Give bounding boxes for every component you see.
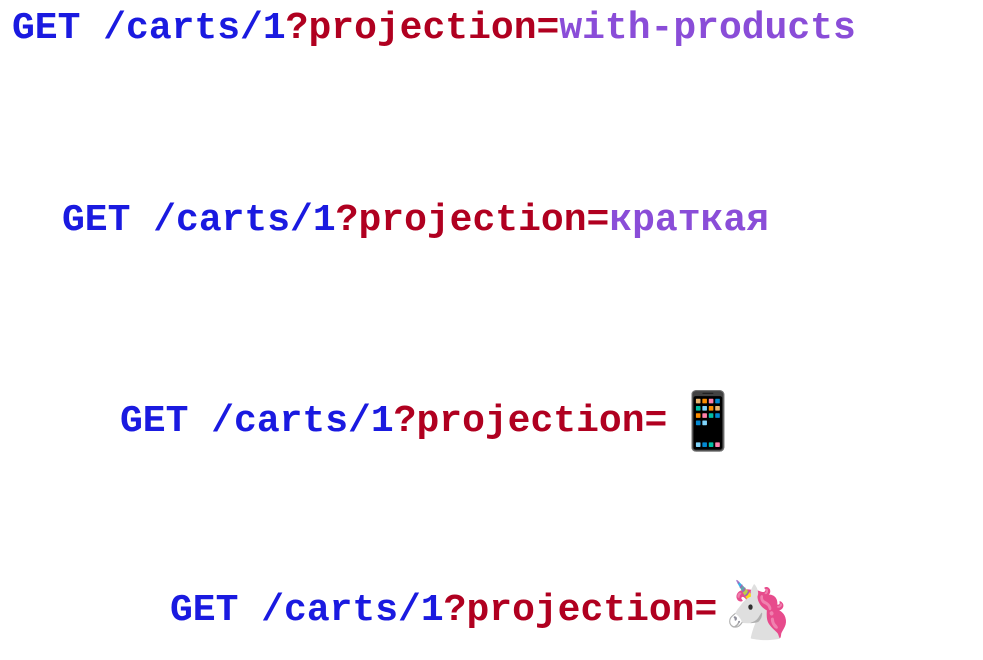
request-line-1: GET /carts/1?projection=with-products xyxy=(12,6,856,52)
request-line-4: GET /carts/1?projection=🦄 xyxy=(170,582,793,638)
http-method: GET xyxy=(12,7,103,50)
http-method: GET xyxy=(170,589,261,632)
url-path: /carts/1 xyxy=(103,7,285,50)
http-method: GET xyxy=(120,400,211,443)
query-string: ?projection= xyxy=(336,199,610,242)
url-path: /carts/1 xyxy=(261,589,443,632)
query-value: with-products xyxy=(559,7,855,50)
query-string: ?projection= xyxy=(394,400,668,443)
query-value: краткая xyxy=(609,199,769,242)
url-path: /carts/1 xyxy=(211,400,393,443)
url-path: /carts/1 xyxy=(153,199,335,242)
request-line-2: GET /carts/1?projection=краткая xyxy=(62,198,769,244)
query-string: ?projection= xyxy=(286,7,560,50)
unicorn-icon: 🦄 xyxy=(723,582,793,638)
phone-icon: 📱 xyxy=(673,393,743,449)
query-string: ?projection= xyxy=(444,589,718,632)
request-line-3: GET /carts/1?projection=📱 xyxy=(120,393,743,449)
http-method: GET xyxy=(62,199,153,242)
